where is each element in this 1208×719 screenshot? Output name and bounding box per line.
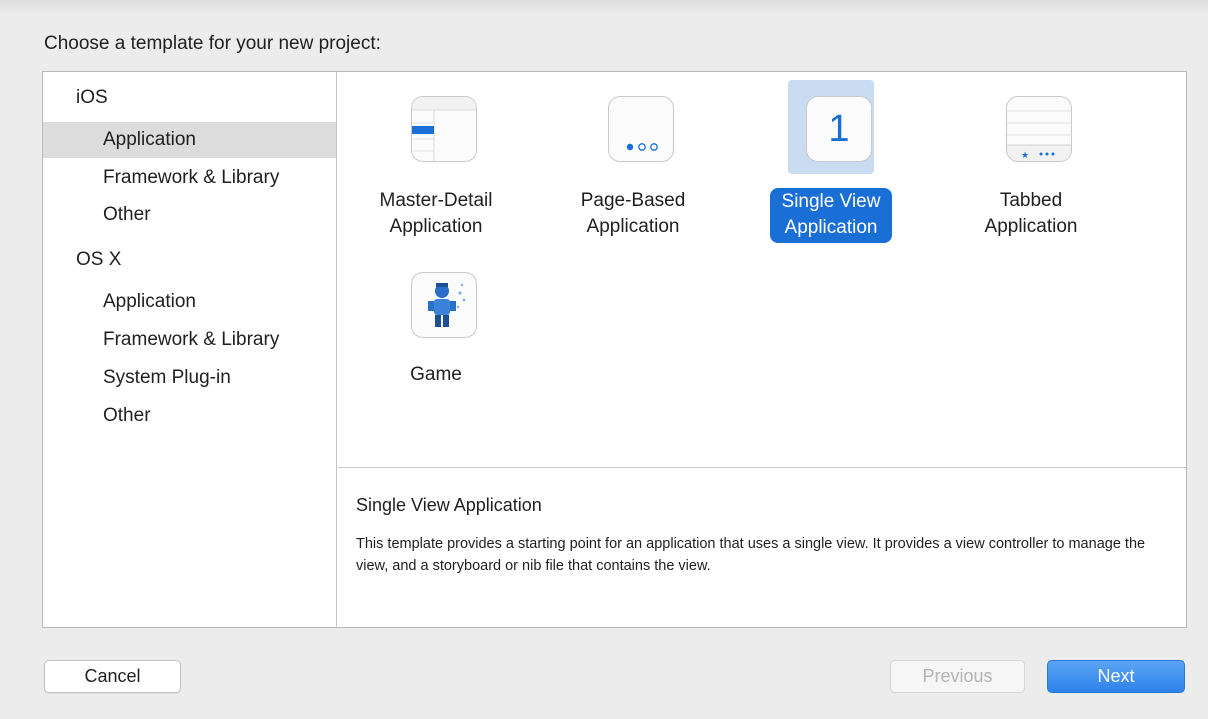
single-view-icon: 1 bbox=[806, 96, 872, 162]
page-based-icon bbox=[608, 96, 674, 162]
previous-button[interactable]: Previous bbox=[890, 660, 1025, 693]
svg-text:★: ★ bbox=[1021, 151, 1029, 161]
sidebar-item-osx-other[interactable]: Other bbox=[43, 398, 336, 434]
template-tabbed[interactable]: ★ Tabbed Application bbox=[941, 80, 1121, 250]
game-icon bbox=[411, 272, 477, 338]
sidebar-item-ios-other[interactable]: Other bbox=[43, 197, 336, 233]
sidebar-group-ios: iOS bbox=[76, 87, 108, 108]
sidebar-item-ios-application[interactable]: Application bbox=[43, 122, 336, 158]
template-single-view[interactable]: 1 Single View Application bbox=[741, 80, 921, 250]
single-view-icon-number: 1 bbox=[828, 108, 850, 150]
sidebar-item-osx-framework-library[interactable]: Framework & Library bbox=[43, 322, 336, 358]
template-label-single-view-2: Application bbox=[784, 217, 878, 238]
template-master-detail[interactable]: Master-Detail Application bbox=[346, 80, 526, 250]
next-button[interactable]: Next bbox=[1047, 660, 1185, 693]
sidebar-item-osx-application[interactable]: Application bbox=[43, 284, 336, 320]
sidebar-item-osx-system-plugin[interactable]: System Plug-in bbox=[43, 360, 336, 396]
template-label-single-view: Single View Application bbox=[769, 188, 893, 243]
template-label-page-based-1: Page-Based bbox=[580, 190, 686, 211]
template-description: Single View Application This template pr… bbox=[338, 469, 1186, 627]
template-label-game: Game bbox=[410, 364, 462, 385]
template-page-based[interactable]: Page-Based Application bbox=[543, 80, 723, 250]
template-label-single-view-1: Single View bbox=[781, 191, 881, 212]
template-label-page-based-2: Application bbox=[586, 216, 680, 237]
window-top-edge bbox=[0, 0, 1208, 14]
template-label-tabbed-1: Tabbed bbox=[999, 190, 1063, 211]
template-grid: Master-Detail Application Page-Based App… bbox=[338, 72, 1186, 468]
template-label-master-detail-1: Master-Detail bbox=[379, 190, 493, 211]
description-title: Single View Application bbox=[356, 495, 542, 515]
sidebar-group-osx: OS X bbox=[76, 249, 122, 270]
template-label-tabbed-2: Application bbox=[984, 216, 1078, 237]
description-body: This template provides a starting point … bbox=[356, 536, 1146, 574]
tabbed-icon: ★ bbox=[1006, 96, 1072, 162]
template-chooser-panel: iOS Application Framework & Library Othe… bbox=[42, 71, 1187, 628]
cancel-button[interactable]: Cancel bbox=[44, 660, 181, 693]
sidebar-item-ios-framework-library[interactable]: Framework & Library bbox=[43, 160, 336, 196]
dialog-heading: Choose a template for your new project: bbox=[44, 33, 381, 54]
template-label-master-detail-2: Application bbox=[389, 216, 483, 237]
template-game[interactable]: Game bbox=[346, 256, 526, 396]
platform-sidebar: iOS Application Framework & Library Othe… bbox=[43, 72, 337, 627]
master-detail-icon bbox=[411, 96, 477, 162]
